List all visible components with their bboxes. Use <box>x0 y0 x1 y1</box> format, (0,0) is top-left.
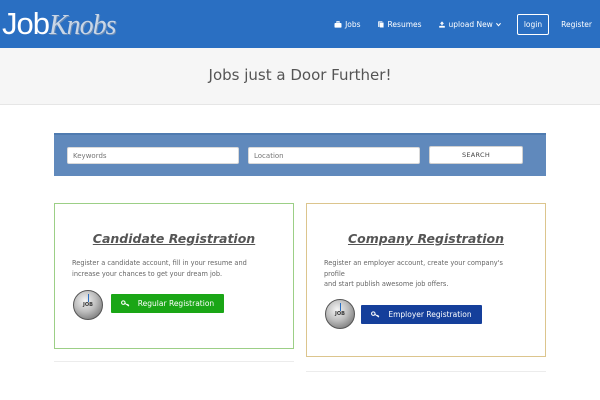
company-registration-card: Company Registration Register an employe… <box>306 203 546 357</box>
logo-text-job: Job <box>2 6 50 41</box>
candidate-registration-card: Candidate Registration Register a candid… <box>54 203 294 349</box>
key-icon <box>371 311 380 318</box>
job-knob-icon: JOB <box>73 290 103 320</box>
company-registration-title[interactable]: Company Registration <box>307 231 545 246</box>
register-link[interactable]: Register <box>561 20 592 29</box>
job-badge-label: JOB <box>83 302 93 308</box>
key-icon <box>120 300 130 307</box>
candidate-description-line: Register a candidate account, fill in yo… <box>72 259 247 267</box>
document-icon <box>377 20 384 28</box>
chevron-down-icon <box>495 22 501 27</box>
knob-needle <box>340 303 341 311</box>
knob-needle <box>88 294 89 302</box>
candidate-description-line: increase your chances to get your dream … <box>72 269 223 278</box>
top-navbar: Job Knobs Jobs Resumes upload New login … <box>0 0 600 48</box>
company-description-line: Register an employer account, create you… <box>324 259 503 267</box>
location-input[interactable] <box>248 147 420 164</box>
site-logo[interactable]: Job Knobs <box>2 6 117 42</box>
logo-text-knobs: Knobs <box>48 10 117 41</box>
briefcase-icon <box>334 20 342 28</box>
nav-jobs-label: Jobs <box>345 19 361 29</box>
company-description: Register an employer account, create you… <box>324 258 529 290</box>
regular-registration-button[interactable]: Regular Registration <box>111 294 224 313</box>
login-button[interactable]: login <box>516 13 550 35</box>
main-nav: Jobs Resumes upload New login Register <box>334 0 600 48</box>
card-divider <box>306 371 546 372</box>
upload-icon <box>438 20 445 28</box>
nav-resumes-link[interactable]: Resumes <box>377 20 422 29</box>
company-description-line: profile <box>324 269 345 278</box>
card-divider <box>54 361 294 362</box>
keywords-input[interactable] <box>67 147 239 164</box>
hero-title: Jobs just a Door Further! <box>208 66 392 84</box>
search-button[interactable]: SEARCH <box>429 146 523 164</box>
nav-upload-label: upload New <box>448 19 493 29</box>
job-search-bar: SEARCH <box>54 133 546 176</box>
candidate-description: Register a candidate account, fill in yo… <box>72 258 277 279</box>
job-knob-icon: JOB <box>325 299 355 329</box>
candidate-registration-title[interactable]: Candidate Registration <box>55 231 293 246</box>
company-description-line: and start publish awesome job offers. <box>324 280 449 288</box>
hero-banner: Jobs just a Door Further! <box>0 48 600 105</box>
nav-upload-dropdown[interactable]: upload New <box>438 20 501 29</box>
employer-registration-label: Employer Registration <box>388 310 472 319</box>
job-badge-label: JOB <box>335 311 345 317</box>
nav-resumes-label: Resumes <box>387 19 422 29</box>
nav-jobs-link[interactable]: Jobs <box>334 19 361 29</box>
regular-registration-label: Regular Registration <box>137 299 215 308</box>
employer-registration-button[interactable]: Employer Registration <box>361 305 482 324</box>
